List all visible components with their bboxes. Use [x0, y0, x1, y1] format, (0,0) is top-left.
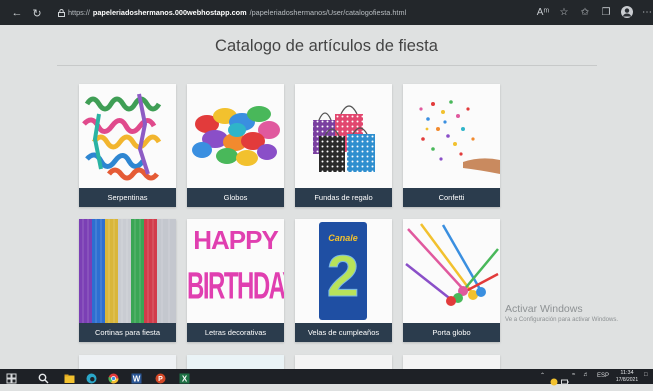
volume-icon[interactable]: ♬ — [583, 372, 589, 378]
browser-toolbar: ← ↻ https://papeleriadoshermanos.000webh… — [0, 0, 653, 25]
porta-globo-image — [403, 219, 500, 323]
favorites-icon[interactable]: ✩ — [578, 5, 592, 19]
catalog-card-globos[interactable]: Globos — [187, 84, 284, 207]
read-aloud-icon[interactable]: Aᵐ — [536, 5, 550, 19]
catalog-card-velas-de-cumpleanos[interactable]: Canale 2 Velas de cumpleaños — [295, 219, 392, 342]
edge-browser-icon[interactable] — [86, 371, 97, 384]
search-icon[interactable] — [38, 371, 49, 384]
svg-text:X: X — [182, 375, 188, 384]
letras-image: HAPPY BIRTHDAY — [187, 219, 284, 323]
catalog-card-partial[interactable] — [79, 355, 176, 369]
clock[interactable]: 11:34 17/8/2021 — [614, 370, 640, 383]
catalog-card-label: Velas de cumpleaños — [295, 323, 392, 342]
windows-activation-watermark: Activar Windows Ve a Configuración para … — [505, 303, 618, 323]
catalog-card-label: Cortinas para fiesta — [79, 323, 176, 342]
file-explorer-icon[interactable] — [64, 371, 75, 383]
watermark-subtitle: Ve a Configuración para activar Windows. — [505, 316, 619, 323]
more-options-icon[interactable]: ⋯ — [640, 5, 653, 19]
page-title: Catalogo de artículos de fiesta — [215, 37, 438, 55]
back-arrow-icon[interactable]: ← — [8, 4, 26, 22]
language-indicator[interactable]: ESP — [597, 373, 609, 379]
happy-letters: HAPPY — [193, 225, 279, 255]
catalog-card-fundas-de-regalo[interactable]: Fundas de regalo — [295, 84, 392, 207]
wifi-icon[interactable]: ≈ — [572, 372, 575, 378]
notifications-icon[interactable]: □ — [644, 372, 648, 378]
catalog-card-partial[interactable] — [187, 355, 284, 369]
title-divider — [57, 65, 597, 66]
serpentinas-image — [79, 84, 176, 188]
catalog-card-label: Fundas de regalo — [295, 188, 392, 207]
velas-image: Canale 2 — [295, 219, 392, 323]
catalog-card-confetti[interactable]: Confetti — [403, 84, 500, 207]
powerpoint-icon[interactable]: P — [155, 371, 166, 384]
birthday-letters: BIRTHDAY — [187, 265, 284, 309]
catalog-card-porta-globo[interactable]: Porta globo — [403, 219, 500, 342]
catalog-card-label: Letras decorativas — [187, 323, 284, 342]
task-view-icon[interactable] — [6, 371, 17, 384]
excel-icon[interactable]: X — [179, 371, 190, 384]
catalog-card-label: Serpentinas — [79, 188, 176, 207]
collections-icon[interactable]: ❐ — [599, 5, 613, 19]
chrome-icon[interactable] — [108, 371, 119, 384]
catalog-card-letras-decorativas[interactable]: HAPPY BIRTHDAY Letras decorativas — [187, 219, 284, 342]
catalog-card-partial[interactable] — [403, 355, 500, 369]
word-icon[interactable]: W — [131, 371, 142, 384]
windows-taskbar: W P X ⌃ ≈ ♬ ESP 11:34 17/8/2021 □ — [0, 369, 653, 386]
battery-icon — [561, 373, 569, 385]
cortinas-image — [79, 219, 176, 323]
catalog-card-label: Confetti — [403, 188, 500, 207]
svg-text:W: W — [133, 375, 141, 384]
lock-icon — [58, 8, 65, 17]
candle-brand: Canale — [328, 233, 358, 243]
url-host: papeleriadoshermanos.000webhostapp.com — [92, 8, 247, 17]
confetti-image — [403, 84, 500, 188]
candle-number: 2 — [326, 244, 360, 310]
watermark-title: Activar Windows — [505, 303, 583, 315]
address-bar[interactable]: https://papeleriadoshermanos.000webhosta… — [58, 6, 558, 19]
refresh-icon[interactable]: ↻ — [28, 4, 46, 22]
fundas-de-regalo-image — [295, 84, 392, 188]
globos-image — [187, 84, 284, 188]
url-path: /papeleriadoshermanos/User/catalogofiest… — [249, 8, 407, 17]
catalog-card-label: Porta globo — [403, 323, 500, 342]
url-prefix: https:// — [68, 8, 90, 17]
catalog-card-cortinas-para-fiesta[interactable]: Cortinas para fiesta — [79, 219, 176, 342]
profile-avatar-icon[interactable] — [620, 5, 634, 19]
svg-text:P: P — [158, 376, 163, 383]
catalog-card-serpentinas[interactable]: Serpentinas — [79, 84, 176, 207]
tray-chevron-icon[interactable]: ⌃ — [540, 372, 545, 379]
catalog-card-partial[interactable] — [295, 355, 392, 369]
favorite-add-icon[interactable]: ☆ — [557, 5, 571, 19]
catalog-card-label: Globos — [187, 188, 284, 207]
clock-date: 17/8/2021 — [615, 376, 639, 383]
tray-app-icon[interactable] — [550, 373, 558, 386]
